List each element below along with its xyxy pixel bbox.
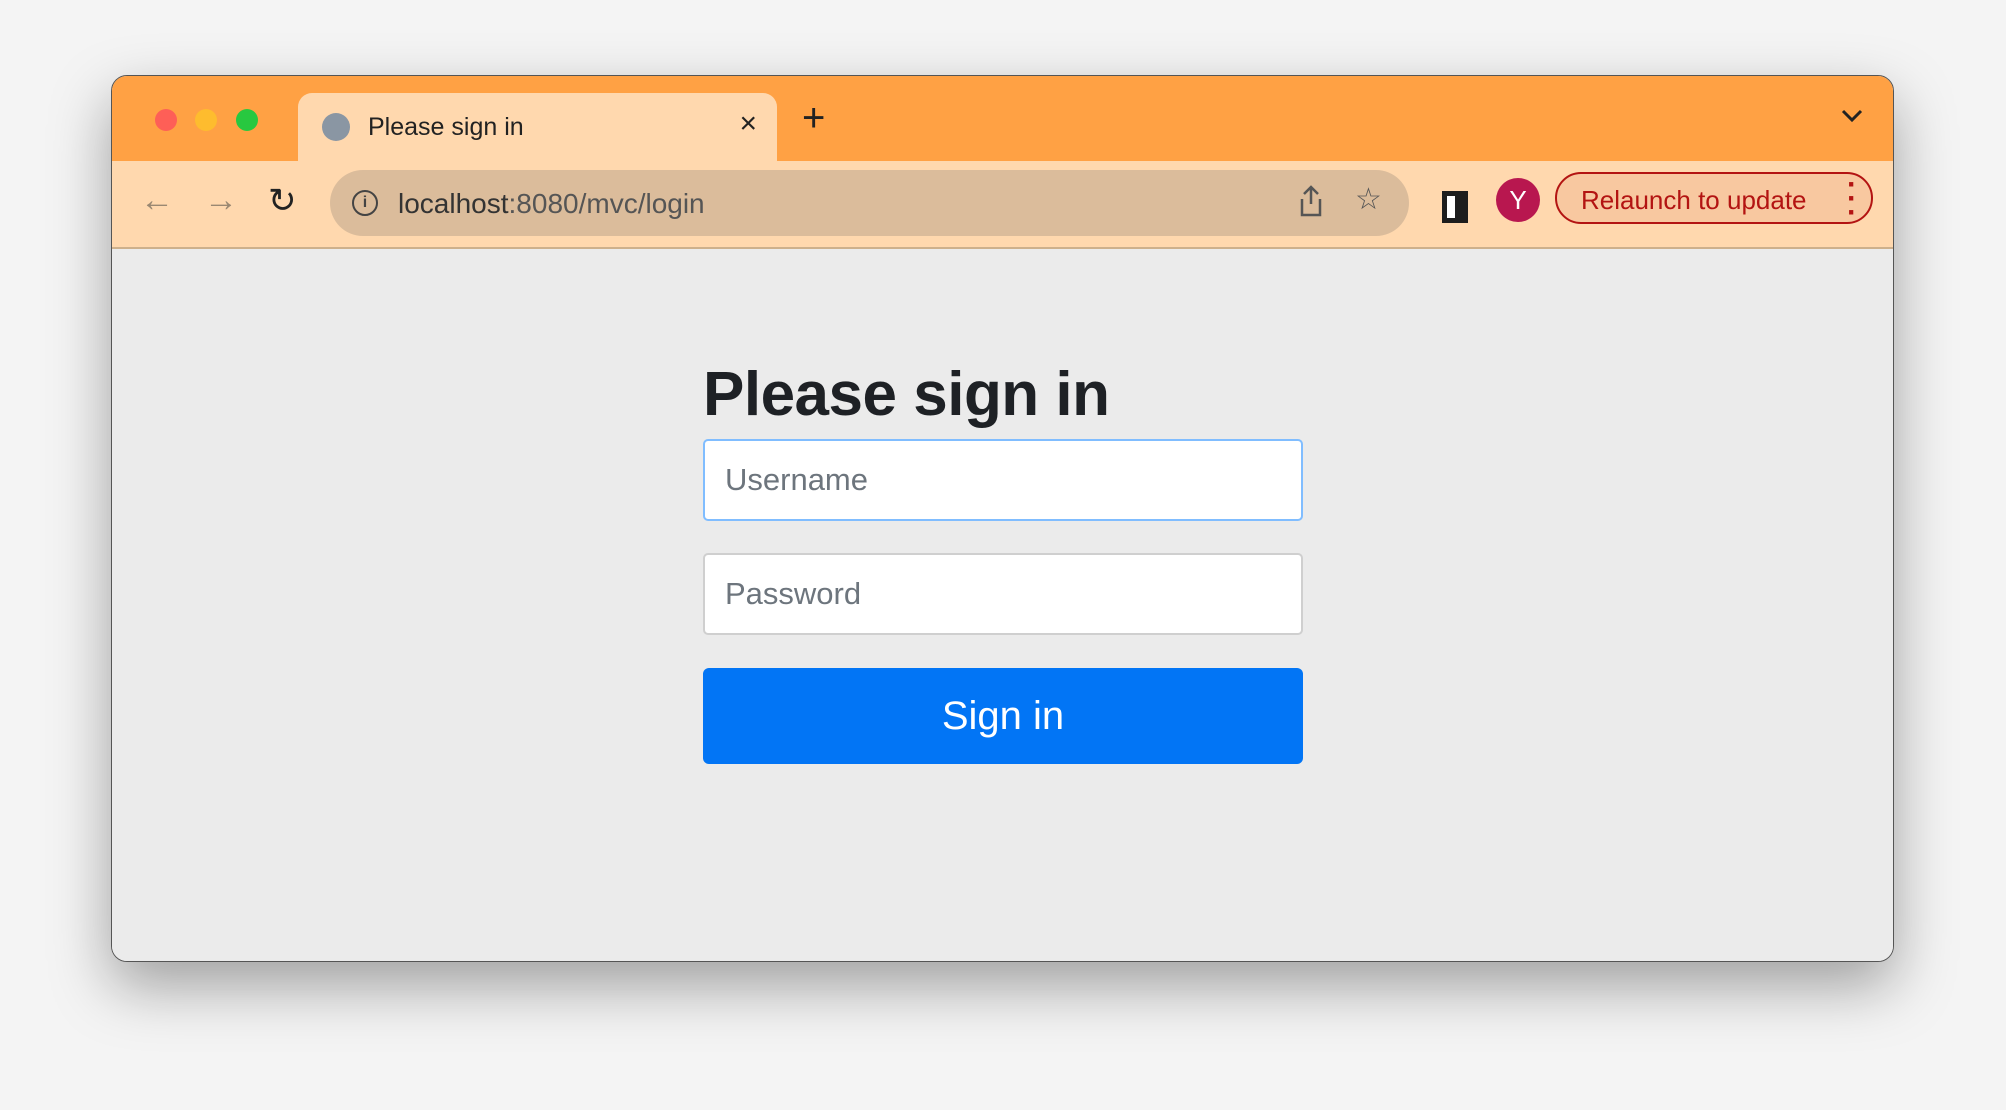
reload-button[interactable]: ↻: [268, 181, 297, 221]
relaunch-label: Relaunch to update: [1581, 185, 1807, 215]
more-vert-icon[interactable]: · · ·: [1847, 170, 1857, 228]
avatar[interactable]: Y: [1496, 178, 1540, 222]
side-panel-icon[interactable]: [1442, 191, 1468, 223]
maximize-window-button[interactable]: [236, 109, 258, 131]
relaunch-button[interactable]: Relaunch to update · · ·: [1555, 170, 1873, 228]
tab-title: Please sign in: [368, 113, 524, 141]
page-content: Please sign in Sign in: [112, 249, 1893, 961]
url-text: localhost:8080/mvc/login: [398, 188, 705, 220]
tab-active[interactable]: Please sign in ×: [298, 93, 777, 161]
chevron-down-icon[interactable]: [1841, 102, 1863, 130]
share-icon[interactable]: [1298, 184, 1324, 226]
minimize-window-button[interactable]: [195, 109, 217, 131]
password-input[interactable]: [703, 553, 1303, 635]
url-host: localhost: [398, 188, 509, 219]
close-window-button[interactable]: [155, 109, 177, 131]
star-icon[interactable]: ☆: [1355, 182, 1382, 217]
username-input[interactable]: [703, 439, 1303, 521]
toolbar: ← → ↻ i localhost:8080/mvc/login ☆ Y Rel…: [112, 161, 1893, 249]
page-title: Please sign in: [703, 360, 1110, 429]
url-path: :8080/mvc/login: [508, 188, 705, 219]
login-form: Please sign in Sign in: [703, 359, 1303, 764]
new-tab-button[interactable]: +: [802, 98, 825, 138]
sign-in-button[interactable]: Sign in: [703, 668, 1303, 764]
close-icon[interactable]: ×: [739, 107, 757, 141]
tab-strip: Please sign in × +: [112, 76, 1893, 161]
browser-window: Please sign in × + ← → ↻ i localhost:808…: [111, 75, 1894, 962]
globe-icon: [322, 113, 350, 141]
back-button[interactable]: ←: [140, 181, 174, 220]
address-bar[interactable]: i localhost:8080/mvc/login ☆: [330, 170, 1409, 236]
info-icon[interactable]: i: [352, 190, 378, 216]
forward-button[interactable]: →: [204, 181, 238, 220]
